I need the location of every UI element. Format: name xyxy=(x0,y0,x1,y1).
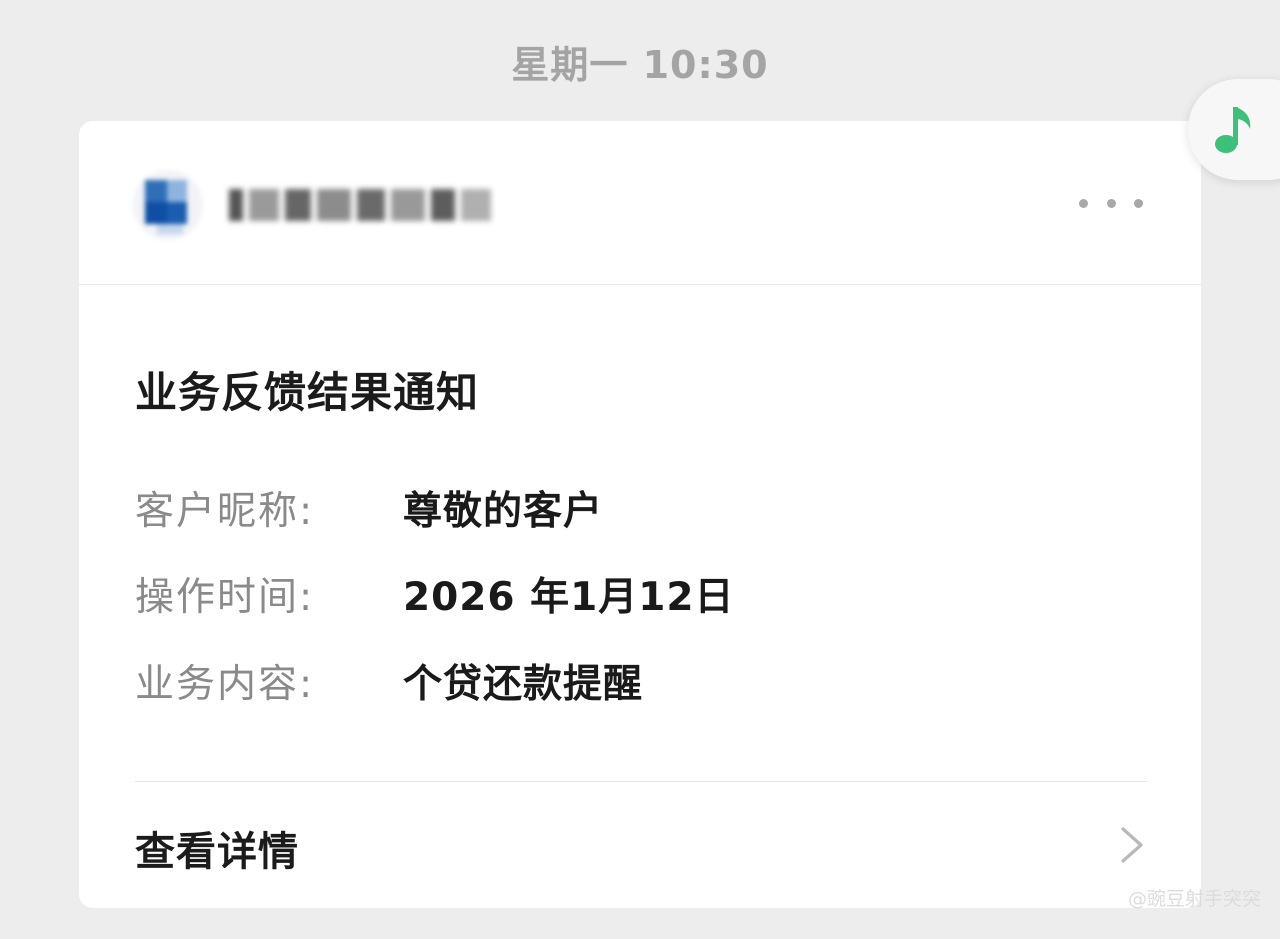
field-value: 个贷还款提醒 xyxy=(403,662,644,707)
music-note-icon xyxy=(1215,107,1251,153)
field-label: 业务内容: xyxy=(135,662,315,707)
notice-title: 业务反馈结果通知 xyxy=(135,368,480,417)
view-details-label: 查看详情 xyxy=(135,829,299,875)
field-value: 尊敬的客户 xyxy=(403,489,604,534)
field-customer-nickname: 客户昵称: 尊敬的客户 xyxy=(135,487,603,537)
notification-card[interactable]: 业务反馈结果通知 客户昵称: 尊敬的客户 操作时间: 2026 年1月12日 业务内… xyxy=(79,121,1201,908)
account-name-redacted[interactable] xyxy=(229,183,491,229)
view-details-link[interactable]: 查看详情 xyxy=(135,815,1147,875)
watermark-text: @豌豆射手突突 xyxy=(1128,888,1262,910)
field-label: 客户昵称: xyxy=(135,489,315,534)
card-header xyxy=(79,121,1201,285)
field-value: 2026 年1月12日 xyxy=(403,575,735,620)
more-dots-icon[interactable] xyxy=(1079,191,1143,215)
field-operation-time: 操作时间: 2026 年1月12日 xyxy=(135,573,735,623)
floating-music-button[interactable] xyxy=(1188,79,1280,180)
chevron-right-icon xyxy=(1121,827,1143,863)
field-business-content: 业务内容: 个贷还款提醒 xyxy=(135,660,643,710)
message-timestamp: 星期一 10:30 xyxy=(511,43,769,87)
divider xyxy=(135,781,1147,782)
field-label: 操作时间: xyxy=(135,575,315,620)
bank-logo-icon[interactable] xyxy=(133,170,203,240)
